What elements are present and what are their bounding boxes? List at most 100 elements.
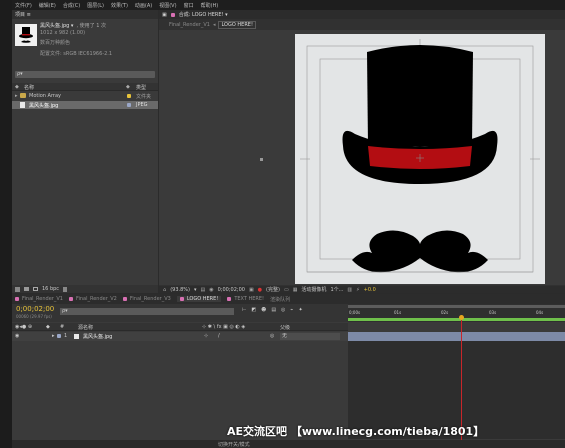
camera-snapshot-icon[interactable]: ◉ bbox=[209, 287, 213, 293]
expand-arrow-icon[interactable]: ▸ bbox=[15, 93, 18, 99]
dropdown-icon[interactable]: ▾ bbox=[194, 287, 197, 293]
menu-item[interactable]: 效果(T) bbox=[111, 2, 128, 9]
project-footer: 16 bpc bbox=[12, 285, 158, 293]
region-icon[interactable]: ▭ bbox=[284, 287, 289, 293]
timeline-tab-label: Final_Render_V3 bbox=[129, 296, 171, 302]
snapshot-icon[interactable]: ▣ bbox=[249, 287, 254, 293]
bit-depth-label[interactable]: 16 bpc bbox=[42, 286, 59, 292]
layer-duration-bar[interactable] bbox=[348, 332, 565, 341]
col-type-header[interactable]: 类型 bbox=[136, 84, 146, 91]
interpret-footage-icon[interactable] bbox=[15, 286, 20, 292]
expand-arrow-icon[interactable]: ▸ bbox=[52, 333, 55, 339]
left-edge-strip bbox=[0, 0, 12, 448]
list-item-jpg[interactable]: 黑风头盔.jpg JPEG bbox=[12, 101, 158, 109]
new-composition-icon[interactable] bbox=[33, 287, 38, 291]
parent-pickwhip-icon[interactable]: ◎ bbox=[270, 333, 274, 339]
view-layout-dropdown[interactable]: 1个... bbox=[330, 286, 343, 293]
ruler-tick: 0;00s bbox=[349, 310, 361, 315]
parent-dropdown[interactable]: 无 bbox=[280, 333, 340, 340]
resolution-dropdown[interactable]: (完整) bbox=[266, 286, 280, 293]
layer-switches-header: ⊹ ✱ \ fx ▣ ◎ ◐ ◈ bbox=[202, 324, 246, 330]
menu-item[interactable]: 图层(L) bbox=[87, 2, 104, 9]
always-preview-icon[interactable]: ⌂ bbox=[163, 287, 166, 293]
ruler-tick: 01s bbox=[394, 310, 402, 315]
menu-item[interactable]: 动画(A) bbox=[135, 2, 152, 9]
channel-icon[interactable]: ● bbox=[258, 287, 262, 293]
frame-blend-icon[interactable]: ▤ bbox=[271, 307, 276, 313]
timeline-tab[interactable]: TEXT HERE! bbox=[227, 296, 264, 302]
timeline-tab-label: TEXT HERE! bbox=[234, 296, 265, 302]
timeline-tab[interactable]: Final_Render_V1 bbox=[15, 296, 63, 302]
project-tab[interactable]: 项目 ≡ bbox=[15, 11, 31, 18]
exposure-value[interactable]: +0.0 bbox=[364, 287, 376, 293]
trash-icon[interactable] bbox=[63, 286, 68, 292]
timeline-tab-label: 渲染队列 bbox=[270, 296, 291, 303]
new-folder-icon[interactable] bbox=[24, 287, 29, 291]
composition-canvas bbox=[295, 34, 545, 284]
timeline-tab[interactable]: Final_Render_V3 bbox=[122, 296, 171, 302]
folder-icon bbox=[20, 93, 26, 98]
work-area-range[interactable] bbox=[348, 318, 565, 321]
timeline-status-bar: 切换开关/模式 bbox=[12, 440, 565, 448]
source-name-header[interactable]: 源名称 bbox=[78, 324, 93, 331]
project-search-input[interactable]: ρ▾ bbox=[15, 71, 155, 78]
hat-and-mustache-artwork bbox=[300, 39, 540, 273]
label-swatch[interactable] bbox=[127, 94, 131, 98]
zoom-dropdown[interactable]: (93.8%) bbox=[170, 287, 190, 293]
visibility-eye-icon[interactable]: ◉ bbox=[15, 333, 19, 339]
layer-name[interactable]: 黑风头盔.jpg bbox=[83, 333, 112, 340]
ruler-tick: 04s bbox=[536, 310, 544, 315]
motion-blur-icon[interactable]: ◎ bbox=[281, 307, 285, 313]
col-name-header[interactable]: 名称 bbox=[24, 84, 34, 91]
list-item-label: Motion Array bbox=[29, 93, 62, 99]
subtab-logo-here[interactable]: LOGO HERE! bbox=[218, 21, 256, 29]
camera-dropdown[interactable]: 活动摄像机 bbox=[301, 286, 326, 293]
fast-preview-icon[interactable]: ⚡ bbox=[356, 287, 360, 293]
menu-item[interactable]: 帮助(H) bbox=[201, 2, 219, 9]
menu-item[interactable]: 文件(F) bbox=[15, 2, 32, 9]
timeline-tab[interactable]: Final_Render_V2 bbox=[68, 296, 117, 302]
work-area-bar[interactable] bbox=[348, 305, 565, 308]
parent-header[interactable]: 父级 bbox=[280, 324, 290, 331]
label-swatch[interactable] bbox=[57, 334, 61, 338]
project-thumbnail bbox=[15, 24, 37, 46]
brainstorm-icon[interactable]: ✦ bbox=[298, 307, 302, 313]
comp-label-swatch bbox=[68, 297, 73, 301]
collapse-switch-icon[interactable]: ⊹ bbox=[204, 333, 208, 339]
label-column-icon: ◆ bbox=[46, 324, 50, 330]
viewport[interactable] bbox=[159, 30, 565, 285]
menu-item[interactable]: 合成(C) bbox=[63, 2, 80, 9]
menu-item[interactable]: 编辑(E) bbox=[39, 2, 56, 9]
project-used-count: , 使用了 1 次 bbox=[76, 23, 106, 29]
viewer-tab[interactable]: 合成: LOGO HERE! ▾ bbox=[179, 11, 228, 18]
subtab-final-render[interactable]: Final_Render_V1 bbox=[169, 22, 210, 28]
viewer-timecode[interactable]: 0;00;02;00 bbox=[218, 287, 245, 293]
comp-flowchart-icon[interactable]: ⊢ bbox=[242, 307, 246, 313]
project-file-name[interactable]: 黑风头盔.jpg ▾ bbox=[40, 23, 73, 30]
time-ruler[interactable]: 0;00s 01s 02s 03s 04s bbox=[348, 304, 565, 322]
quality-switch-icon[interactable]: / bbox=[218, 333, 220, 339]
layer-row[interactable]: ◉ ▸ 1 黑风头盔.jpg ⊹ / ◎ 无 bbox=[12, 332, 348, 341]
shy-icon[interactable]: ☻ bbox=[261, 307, 266, 313]
project-column-header: ◆ 名称 ◆ 类型 bbox=[12, 83, 158, 91]
timeline-tab[interactable]: 渲染队列 bbox=[270, 296, 290, 303]
graph-editor-icon[interactable]: ⌁ bbox=[290, 307, 293, 313]
draft-3d-icon[interactable]: ◩ bbox=[251, 307, 256, 313]
toggle-switches-label[interactable]: 切换开关/模式 bbox=[218, 441, 250, 448]
toggle-pixel-icon[interactable]: ▥ bbox=[347, 287, 352, 293]
project-color-profile: 配置文件: sRGB IEC61966-2.1 bbox=[40, 51, 113, 57]
lock-icon[interactable]: ▣ bbox=[162, 12, 167, 18]
timeline-tab[interactable]: LOGO HERE! bbox=[176, 296, 222, 302]
timeline-search-input[interactable]: ρ▾ bbox=[60, 308, 234, 315]
transparency-grid-icon[interactable]: ▦ bbox=[293, 287, 298, 293]
grid-icon[interactable]: ▤ bbox=[201, 287, 206, 293]
list-item-folder[interactable]: ▸ Motion Array 文件夹 bbox=[12, 92, 158, 100]
label-swatch[interactable] bbox=[127, 103, 131, 107]
layer-column-header: ◉◂● ⊕ ◆ # 源名称 ⊹ ✱ \ fx ▣ ◎ ◐ ◈ 父级 bbox=[12, 323, 348, 331]
timeline-timecode[interactable]: 0;00;02;00 bbox=[16, 305, 54, 313]
menu-item[interactable]: 窗口 bbox=[184, 2, 194, 9]
layer-number-icon: # bbox=[60, 324, 65, 330]
viewer-subtabs: Final_Render_V1 ◂ LOGO HERE! bbox=[169, 21, 256, 29]
menu-item[interactable]: 视图(V) bbox=[159, 2, 176, 9]
timeline-tab-label: Final_Render_V2 bbox=[75, 296, 117, 302]
